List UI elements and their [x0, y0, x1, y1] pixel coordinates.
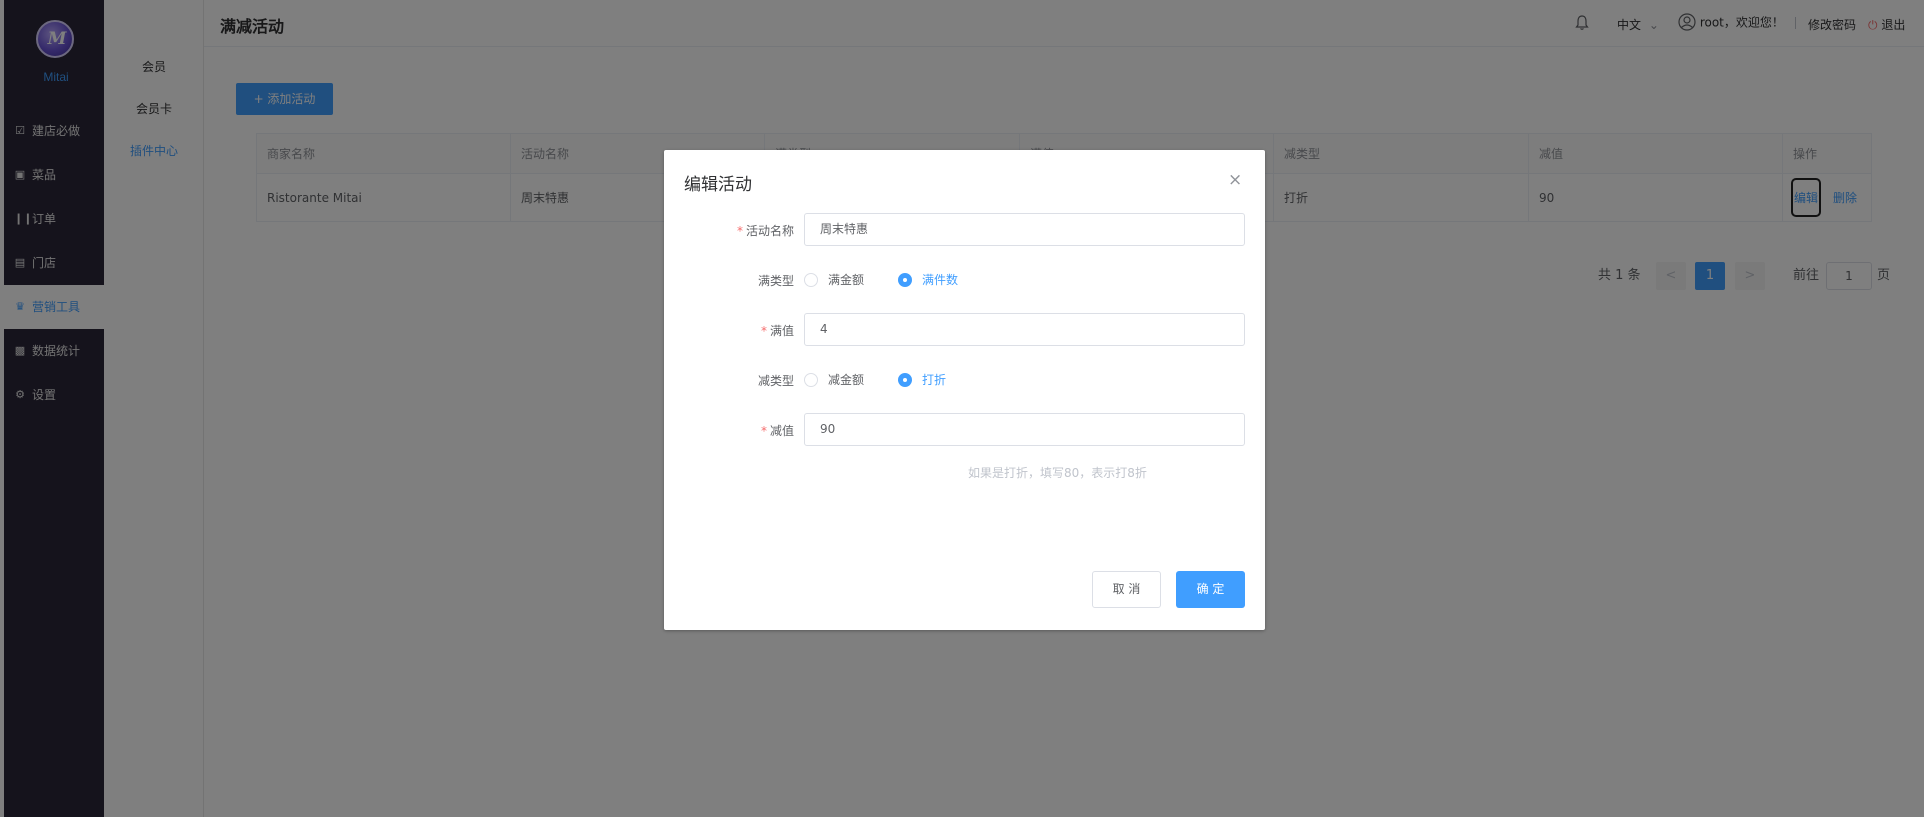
cancel-button[interactable]: 取 消 [1092, 571, 1161, 608]
reduce-value-label: * 减值 [760, 424, 794, 438]
radio-circle [804, 373, 818, 387]
radio-full-amount[interactable]: 满金额 [804, 272, 864, 288]
radio-reduce-amount[interactable]: 减金额 [804, 372, 864, 388]
discount-hint: 如果是打折，填写80，表示打8折 [968, 466, 1147, 480]
full-type-label: 满类型 [757, 274, 794, 288]
radio-circle [898, 373, 912, 387]
radio-circle [804, 273, 818, 287]
confirm-button[interactable]: 确 定 [1176, 571, 1245, 608]
activity-name-label: * 活动名称 [736, 224, 794, 238]
reduce-type-label: 减类型 [757, 374, 794, 388]
dialog-title: 编辑活动 [684, 175, 752, 195]
close-icon[interactable]: × [1228, 170, 1242, 190]
full-value-label: * 满值 [760, 324, 794, 338]
edit-activity-dialog: 编辑活动 × * 活动名称 周末特惠 满类型 满金额 满件数 * 满值 4 减类型 … [664, 150, 1265, 630]
radio-discount[interactable]: 打折 [898, 372, 946, 388]
full-value-input[interactable]: 4 [804, 313, 1245, 346]
radio-circle [898, 273, 912, 287]
reduce-value-input[interactable]: 90 [804, 413, 1245, 446]
radio-full-count[interactable]: 满件数 [898, 272, 958, 288]
activity-name-input[interactable]: 周末特惠 [804, 213, 1245, 246]
